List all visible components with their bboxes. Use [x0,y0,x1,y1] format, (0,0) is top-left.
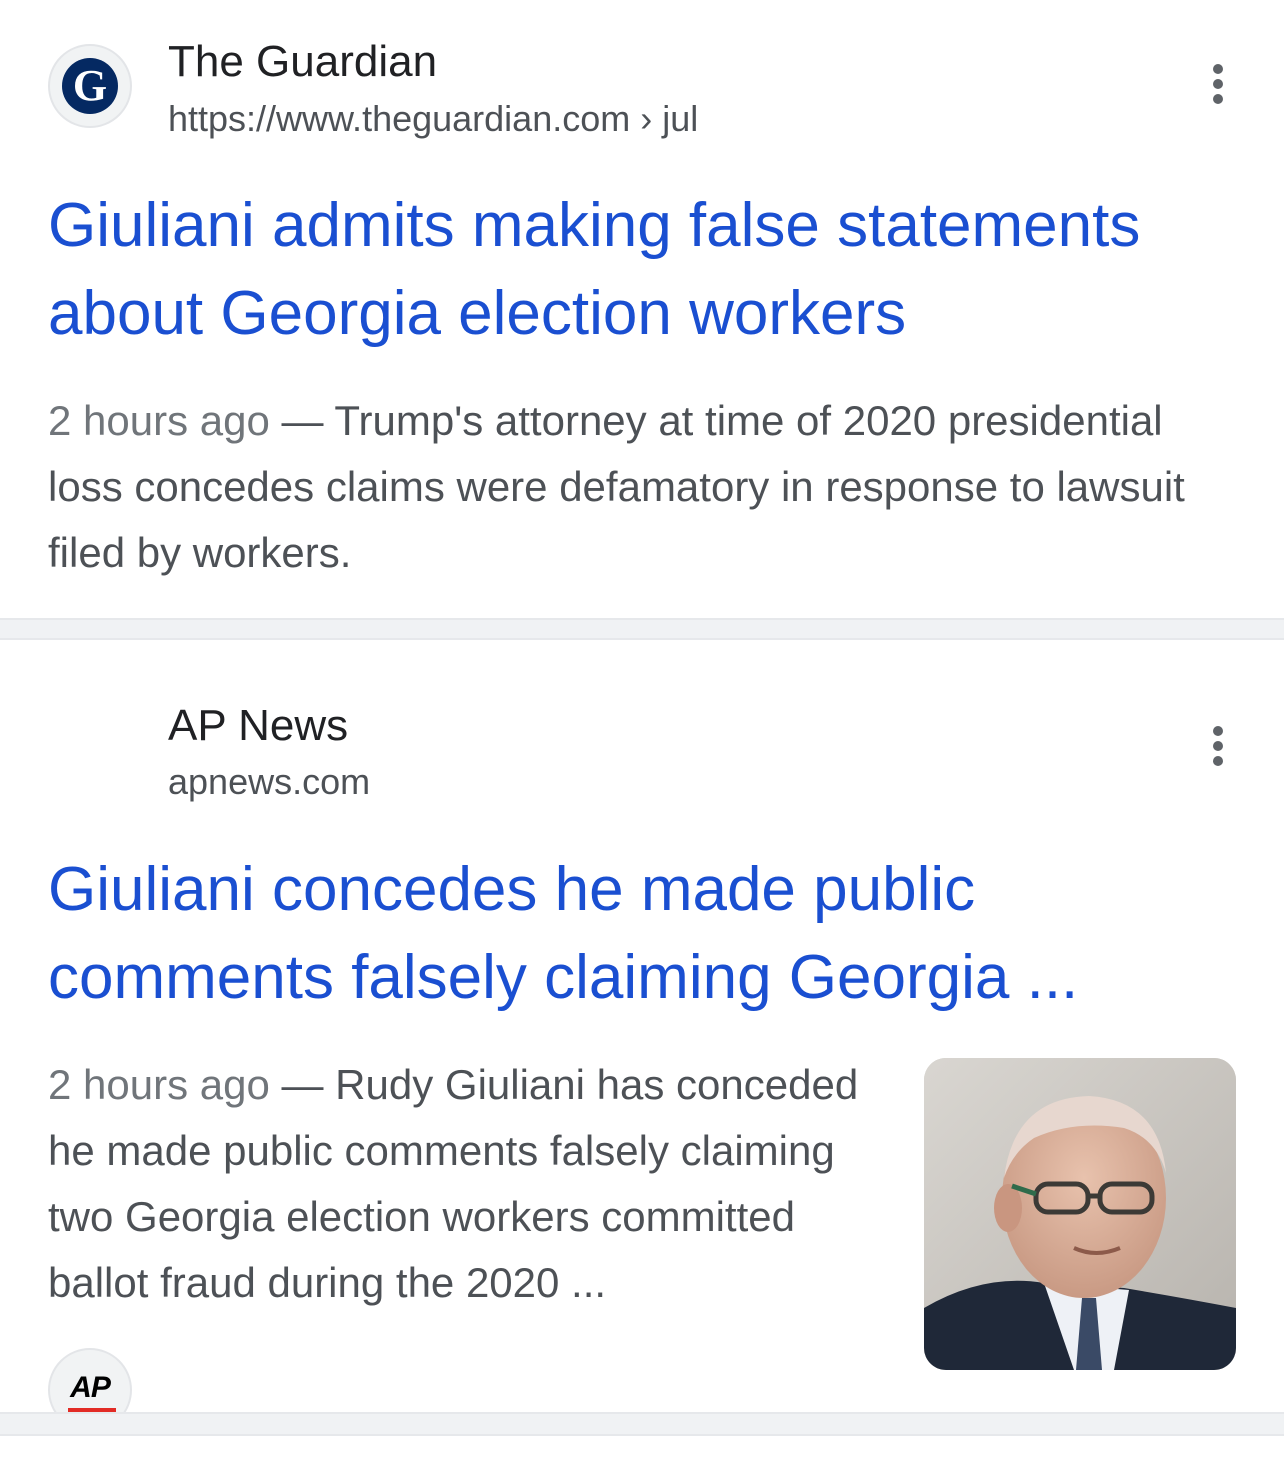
guardian-favicon: G [48,44,132,128]
result-headline-link[interactable]: Giuliani admits making false statements … [48,182,1248,358]
guardian-logo-icon: G [62,58,118,114]
more-vertical-icon [1213,726,1223,736]
source-url[interactable]: https://www.theguardian.com › jul [168,97,698,141]
source-name[interactable]: The Guardian [168,36,437,88]
url-breadcrumb: › jul [640,98,699,139]
result-date: 2 hours ago [48,397,270,444]
result-divider [0,618,1284,640]
giuliani-photo [924,1058,1236,1370]
source-url[interactable]: apnews.com [168,760,370,804]
ap-logo-text: AP [70,1371,111,1404]
result-headline-link[interactable]: Giuliani concedes he made public comment… [48,846,1248,1022]
result-snippet: 2 hours ago — Trump's attorney at time o… [48,388,1228,586]
more-vertical-icon-dot [1213,79,1223,89]
more-vertical-icon [1213,64,1223,74]
search-result-card: G The Guardian https://www.theguardian.c… [0,0,1284,618]
source-url-text: https://www.theguardian.com [168,98,631,139]
more-options-button[interactable] [1196,710,1240,780]
result-divider [0,1412,1284,1436]
more-vertical-icon-dot [1213,741,1223,751]
result-date: 2 hours ago [48,1061,270,1108]
more-options-button[interactable] [1196,48,1240,118]
result-thumbnail-image[interactable] [924,1058,1236,1370]
source-name[interactable]: AP News [168,700,348,752]
more-vertical-icon-dot [1213,94,1223,104]
more-vertical-icon-dot [1213,756,1223,766]
result-snippet: 2 hours ago — Rudy Giuliani has conceded… [48,1052,888,1316]
